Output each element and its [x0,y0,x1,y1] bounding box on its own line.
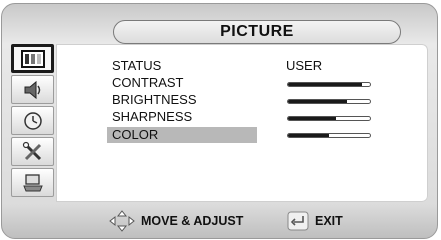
contrast-level-fill [288,83,362,86]
menu-row-status[interactable]: STATUS [107,58,257,74]
sharpness-level-fill [288,117,336,120]
sharpness-level-bar[interactable] [287,116,371,121]
menu-row-contrast[interactable]: CONTRAST [107,75,257,91]
input-source-icon [22,173,43,191]
menu-row-label: COLOR [112,127,159,142]
page-title: PICTURE [220,23,294,40]
menu-row-sharpness[interactable]: SHARPNESS [107,109,257,125]
move-adjust-hint: MOVE & ADJUST [109,210,243,232]
sidebar-item-setup[interactable] [11,137,54,166]
sidebar-item-picture[interactable] [11,44,54,73]
sidebar-item-audio[interactable] [11,75,54,104]
settings-panel: STATUS USER CONTRAST BRIGHTNESS SHARPNES… [56,44,428,202]
speaker-icon [24,80,40,99]
sidebar [11,44,54,198]
picture-icon [20,49,45,68]
color-level-bar[interactable] [287,133,371,138]
sidebar-item-time[interactable] [11,106,54,135]
menu-row-label: CONTRAST [112,75,184,90]
color-level-fill [288,134,329,137]
footer-hints: MOVE & ADJUST EXIT [1,206,438,236]
exit-hint[interactable]: EXIT [287,211,343,231]
return-arrow-icon [287,211,309,231]
menu-row-label: BRIGHTNESS [112,92,197,107]
move-adjust-label: MOVE & ADJUST [141,214,244,228]
exit-label: EXIT [315,214,343,228]
menu-row-brightness[interactable]: BRIGHTNESS [107,92,257,108]
menu-row-label: SHARPNESS [112,109,193,124]
directional-arrows-icon [109,210,135,232]
brightness-level-bar[interactable] [287,99,371,104]
sidebar-item-input[interactable] [11,168,54,197]
contrast-level-bar[interactable] [287,82,371,87]
menu-row-label: STATUS [112,58,162,73]
menu-row-color[interactable]: COLOR [107,127,257,143]
brightness-level-fill [288,100,348,103]
status-value: USER [286,58,323,73]
menu-title-bar: PICTURE [113,20,401,44]
tools-icon [22,141,41,160]
clock-icon [23,111,42,130]
